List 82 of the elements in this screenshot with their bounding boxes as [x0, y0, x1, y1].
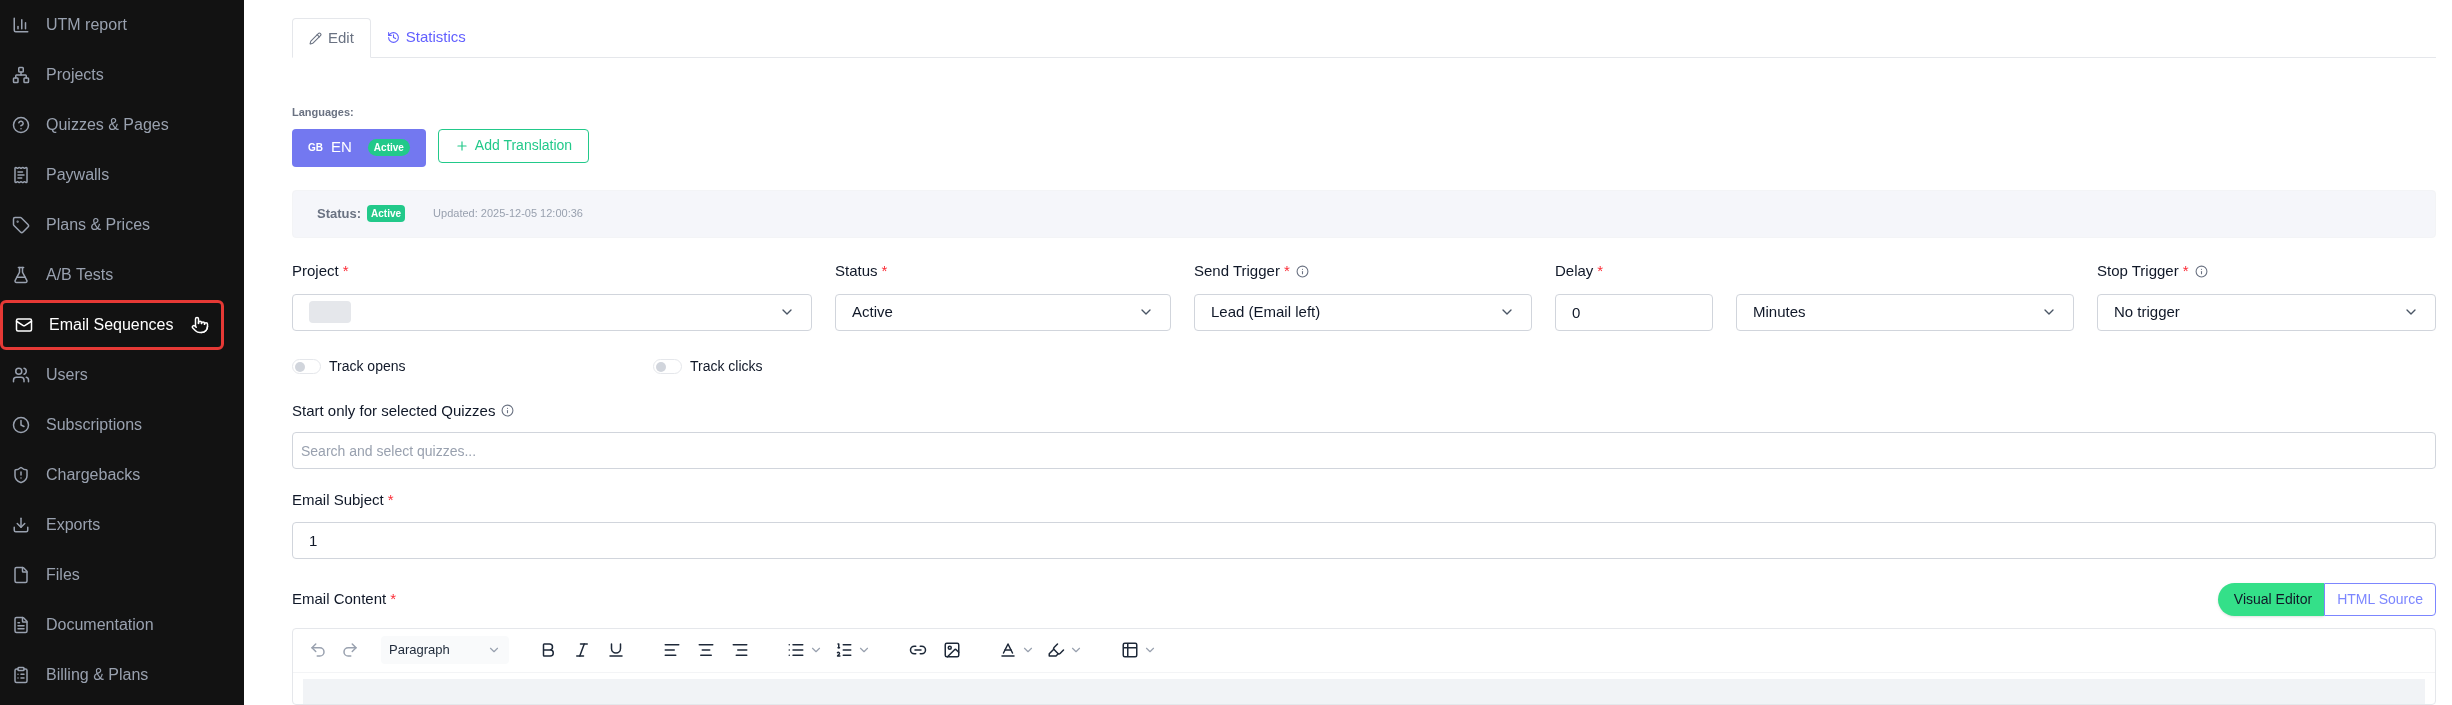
required-mark: * [1283, 261, 1290, 282]
select-field[interactable]: No trigger [2097, 293, 2436, 331]
hand-pointer-icon [191, 316, 209, 334]
quiz-search-field[interactable]: Search and select quizzes... [292, 432, 2436, 469]
sitemap-icon [12, 66, 30, 84]
required-mark: * [342, 261, 349, 282]
field-label: Send Trigger [1194, 261, 1280, 282]
highlighter-icon[interactable] [1047, 641, 1065, 659]
languages-label: Languages: [292, 105, 355, 120]
plus-icon [454, 138, 469, 153]
delay-input[interactable]: 0 [1555, 293, 1713, 331]
sidebar-item[interactable]: Projects [0, 50, 224, 100]
sidebar-item[interactable]: Files [0, 550, 224, 600]
field-label: Start only for selected Quizzes [292, 400, 496, 421]
tab[interactable]: Statistics [370, 18, 482, 57]
select-field[interactable] [292, 293, 812, 331]
field-label: Delay [1555, 261, 1594, 282]
redo-icon[interactable] [341, 641, 359, 659]
field-label: Project [292, 261, 339, 282]
question-circle-icon [12, 116, 30, 134]
field-label: Status [835, 261, 878, 282]
align-center-icon[interactable] [697, 641, 715, 659]
sidebar-item[interactable]: A/B Tests [0, 250, 224, 300]
sidebar-item[interactable]: Exports [0, 500, 224, 550]
underline-icon[interactable] [607, 641, 625, 659]
sidebar-item[interactable]: Quizzes & Pages [0, 100, 224, 150]
required-mark: * [387, 490, 394, 510]
table-icon[interactable] [1121, 641, 1139, 659]
subject-input[interactable]: 1 [292, 521, 2436, 559]
history-icon [386, 31, 400, 44]
align-left-icon[interactable] [663, 641, 681, 659]
bullet-list-icon[interactable] [787, 641, 805, 659]
select-field[interactable]: Active [835, 293, 1171, 331]
sidebar-item[interactable]: Documentation [0, 600, 224, 650]
pencil-icon [309, 31, 322, 45]
field-label: Email Content [292, 588, 387, 609]
sidebar-item[interactable]: Paywalls [0, 150, 224, 200]
updated-timestamp: Updated: 2025-12-05 12:00:36 [433, 206, 583, 222]
editor-mode-tab[interactable]: Visual Editor [2217, 582, 2325, 616]
required-mark: * [881, 261, 888, 282]
sidebar-item[interactable]: UTM report [0, 0, 224, 50]
clipboard-icon [12, 666, 30, 684]
numbered-list-icon[interactable] [835, 641, 853, 659]
tag-icon [12, 216, 30, 234]
status-label: Status: [317, 204, 362, 223]
flask-icon [12, 266, 30, 284]
select-field[interactable]: Minutes [1736, 293, 2074, 331]
shield-icon [12, 466, 30, 484]
sidebar-item[interactable]: Email Sequences [0, 300, 224, 350]
text-color-icon[interactable] [999, 641, 1017, 659]
active-badge: Active [367, 139, 410, 156]
sidebar-item[interactable]: Plans & Prices [0, 200, 224, 250]
field-label: Email Subject [292, 490, 384, 510]
sidebar-item[interactable]: Billing & Plans [0, 650, 224, 700]
tab[interactable]: Edit [292, 18, 371, 58]
sidebar-item[interactable]: Users [0, 350, 224, 400]
block-format-select[interactable]: Paragraph [381, 636, 509, 664]
active-badge: Active [367, 205, 406, 222]
clock-icon [12, 416, 30, 434]
align-right-icon[interactable] [731, 641, 749, 659]
required-mark: * [2182, 261, 2189, 282]
document-icon [12, 616, 30, 634]
required-mark: * [390, 588, 397, 609]
image-icon[interactable] [943, 641, 961, 659]
download-icon [12, 516, 30, 534]
users-icon [12, 366, 30, 384]
file-icon [12, 566, 30, 584]
select-field[interactable]: Lead (Email left) [1194, 293, 1532, 331]
sidebar-item[interactable]: Chargebacks [0, 450, 224, 500]
sidebar-item[interactable]: Subscriptions [0, 400, 224, 450]
envelope-icon [15, 316, 33, 334]
receipt-icon [12, 166, 30, 184]
bar-chart-icon [12, 16, 30, 34]
toggle-label: Track clicks [690, 357, 763, 376]
language-button[interactable]: GB EN Active [292, 128, 426, 167]
undo-icon[interactable] [309, 641, 327, 659]
required-mark: * [1597, 261, 1604, 282]
toggle-switch[interactable] [653, 359, 682, 374]
italic-icon[interactable] [573, 641, 591, 659]
toggle-label: Track opens [329, 357, 406, 376]
field-label: Stop Trigger [2097, 261, 2179, 282]
toggle-switch[interactable] [292, 359, 321, 374]
